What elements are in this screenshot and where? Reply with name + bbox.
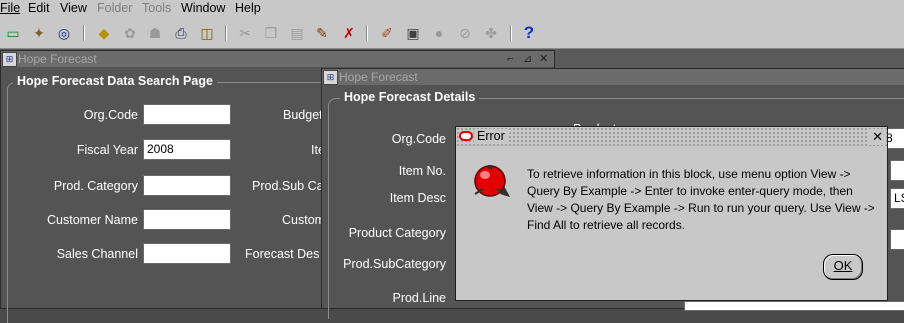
help-icon[interactable]: ? [520, 24, 538, 42]
ok-button[interactable]: OK [823, 254, 863, 280]
form-icon: ⊞ [2, 52, 17, 67]
partial-field-bottom[interactable] [684, 301, 904, 311]
customer-name-label: Customer Name [47, 213, 138, 227]
ok-button-label: OK [833, 258, 853, 273]
close-form-icon[interactable]: ◫ [198, 24, 216, 42]
prod-subcategory-label: Prod.SubCategory [343, 257, 446, 271]
prod-category-field[interactable] [143, 175, 231, 196]
error-message: To retrieve information in this block, u… [527, 167, 875, 232]
close-icon[interactable]: ✕ [539, 51, 548, 67]
switch-responsibility-icon[interactable]: ☗ [146, 24, 164, 42]
sales-channel-field[interactable] [143, 243, 231, 264]
search-window-title: Hope Forecast [18, 52, 97, 66]
partial-field-desc[interactable]: LS [890, 188, 904, 209]
partial-field-middle[interactable] [890, 160, 904, 181]
details-org-code-label: Org.Code [391, 132, 446, 146]
menu-bar: File Edit View Folder Tools Window Help [0, 0, 904, 19]
org-code-label: Org.Code [83, 108, 138, 122]
flashlight-icon[interactable]: ✦ [30, 24, 48, 42]
paste-icon[interactable]: ▤ [288, 24, 306, 42]
details-section-title: Hope Forecast Details [340, 90, 480, 104]
product-category-label: Product Category [348, 226, 446, 240]
menu-folder[interactable]: Folder [97, 1, 132, 15]
sales-channel-label: Sales Channel [56, 247, 138, 261]
budget-label: Budget [283, 108, 323, 122]
details-window-titlebar[interactable]: ⊞ Hope Forecast [322, 69, 904, 85]
error-title: Error [474, 129, 508, 143]
clear-record-icon[interactable]: ✎ [313, 24, 331, 42]
toolbar: ▭ ✦ ◎ ◆ ✿ ☗ ⎙ ◫ ✂ ❐ ▤ ✎ ✗ ✐ ▣ ● ⊘ ✤ ? [0, 19, 904, 49]
item-no-label: Item No. [398, 164, 446, 178]
delete-record-icon[interactable]: ✗ [340, 24, 358, 42]
prod-line-label: Prod.Line [392, 291, 446, 305]
save-icon[interactable]: ◆ [95, 24, 113, 42]
menu-file[interactable]: File [0, 1, 20, 15]
alarm-bell-icon [474, 165, 510, 197]
menu-help[interactable]: Help [235, 1, 261, 15]
translations-icon[interactable]: ● [430, 24, 448, 42]
search-section-title: Hope Forecast Data Search Page [13, 74, 217, 88]
attachments-icon[interactable]: ⊘ [456, 24, 474, 42]
fiscal-year-label: Fiscal Year [76, 143, 138, 157]
partial-field-lower[interactable] [890, 229, 904, 250]
menu-edit[interactable]: Edit [28, 1, 50, 15]
details-window-title: Hope Forecast [339, 70, 418, 84]
cut-icon[interactable]: ✂ [236, 24, 254, 42]
navigator-icon[interactable]: ◎ [55, 24, 73, 42]
item-desc-label: Item Desc [389, 191, 446, 205]
menu-window[interactable]: Window [181, 1, 225, 15]
customer-label: Custom [282, 213, 326, 227]
toolbar-separator [83, 25, 85, 41]
edit-field-icon[interactable]: ✐ [378, 24, 396, 42]
org-code-field[interactable] [143, 104, 231, 125]
forecast-desc-label: Forecast Des [245, 247, 320, 261]
prod-category-label: Prod. Category [53, 179, 138, 193]
minimize-icon[interactable]: ⌐ [507, 51, 513, 67]
close-icon[interactable]: ✕ [869, 129, 886, 145]
partial-value: LS [894, 191, 904, 205]
toolbar-separator [366, 25, 368, 41]
toolbar-separator [225, 25, 227, 41]
zoom-icon[interactable]: ▣ [404, 24, 422, 42]
prod-sub-category-label: Prod.Sub Cat [252, 179, 328, 193]
maximize-icon[interactable]: ⊿ [523, 51, 532, 67]
error-dialog: Error ✕ To retrieve information in this … [455, 126, 888, 301]
menu-tools[interactable]: Tools [142, 1, 171, 15]
fiscal-year-field[interactable]: 2008 [143, 139, 231, 160]
customer-name-field[interactable] [143, 209, 231, 230]
toolbar-separator [510, 25, 512, 41]
menu-view[interactable]: View [60, 1, 87, 15]
oracle-logo-icon [459, 131, 473, 141]
form-icon: ⊞ [323, 70, 338, 85]
search-window-titlebar[interactable]: ⊞ Hope Forecast ⌐ ⊿ ✕ [1, 51, 554, 67]
print-icon[interactable]: ⎙ [172, 24, 190, 42]
new-icon[interactable]: ▭ [4, 24, 22, 42]
error-titlebar[interactable]: Error ✕ [456, 127, 887, 147]
folder-tools-icon[interactable]: ✤ [482, 24, 500, 42]
next-step-icon[interactable]: ✿ [121, 24, 139, 42]
copy-icon[interactable]: ❐ [262, 24, 280, 42]
